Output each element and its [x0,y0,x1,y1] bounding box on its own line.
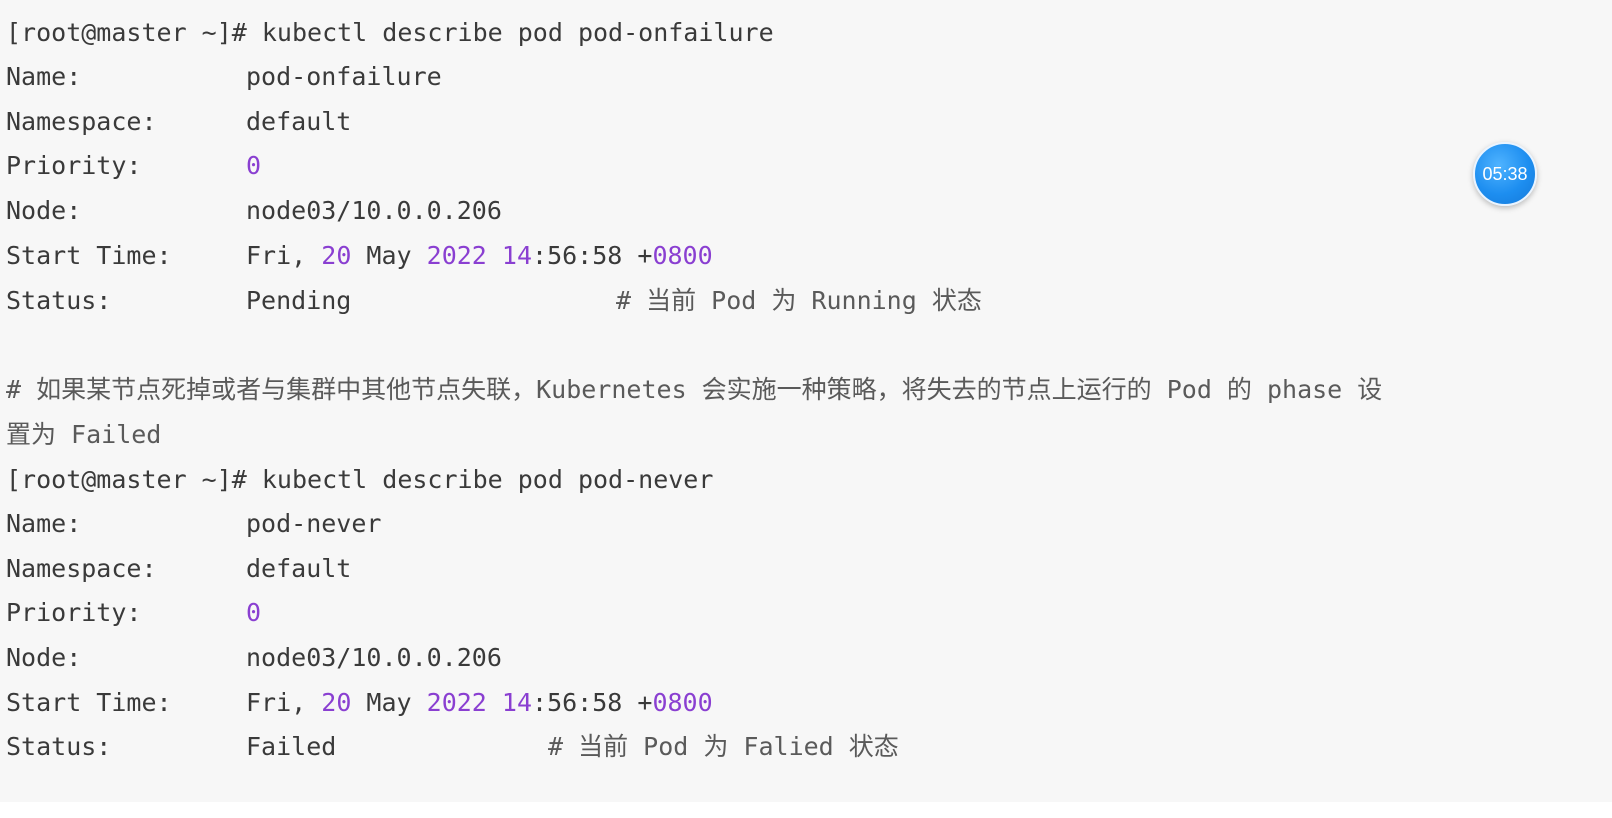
field-key: Status: [6,286,112,315]
start-day: Fri, [246,241,322,270]
field-name-2: Name: pod-never [6,504,381,544]
field-value: Fri, 20 May 2022 14:56:58 +0800 [246,236,713,276]
timer-text: 05:38 [1482,164,1528,184]
field-node-2: Node: node03/10.0.0.206 [6,638,502,678]
start-date: 20 [321,688,352,717]
field-value: 0 [246,151,262,180]
field-value: node03/10.0.0.206 [246,196,502,225]
field-value: 0 [246,598,262,627]
field-namespace-2: Namespace: default [6,549,351,589]
field-start-time-1: Start Time: Fri, 20 May 2022 14:56:58 +0… [6,236,713,276]
start-date: 20 [321,241,352,270]
field-value: default [246,554,352,583]
field-value: Fri, 20 May 2022 14:56:58 +0800 [246,683,713,723]
start-space [487,241,502,270]
field-key: Namespace: [6,107,157,136]
note-comment-line-1: # 如果某节点死掉或者与集群中其他节点失联，Kubernetes 会实施一种策略… [6,375,1383,404]
bottom-strip [0,802,1612,818]
field-key: Name: [6,509,82,538]
command-line-1: [root@master ~]# kubectl describe pod po… [6,18,774,47]
field-status-2: Status: Failed # 当前 Pod 为 Falied 状态 [6,727,899,767]
start-hour: 14 [501,241,533,270]
field-name-1: Name: pod-onfailure [6,57,442,97]
field-value: pod-onfailure [246,62,442,91]
status-comment: # 当前 Pod 为 Running 状态 [616,286,982,315]
field-value: node03/10.0.0.206 [246,643,502,672]
field-key: Name: [6,62,82,91]
field-start-time-2: Start Time: Fri, 20 May 2022 14:56:58 +0… [6,683,713,723]
start-minsec: :56:58 + [532,688,653,717]
command-line-2: [root@master ~]# kubectl describe pod po… [6,465,714,494]
start-tz: 0800 [652,241,713,270]
start-month: May [351,688,427,717]
field-priority-1: Priority: 0 [6,146,261,186]
start-hour: 14 [501,688,533,717]
field-value: Pending [246,286,352,315]
field-status-1: Status: Pending # 当前 Pod 为 Running 状态 [6,281,982,321]
field-value: pod-never [246,509,382,538]
field-namespace-1: Namespace: default [6,102,351,142]
field-value: default [246,107,352,136]
field-key: Status: [6,732,112,761]
start-day: Fri, [246,688,322,717]
status-comment: # 当前 Pod 为 Falied 状态 [548,732,899,761]
field-node-1: Node: node03/10.0.0.206 [6,191,502,231]
start-minsec: :56:58 + [532,241,653,270]
field-key: Start Time: [6,688,172,717]
field-key: Priority: [6,151,142,180]
terminal-output[interactable]: [root@master ~]# kubectl describe pod po… [0,0,1612,802]
field-priority-2: Priority: 0 [6,593,261,633]
start-space [487,688,502,717]
field-key: Namespace: [6,554,157,583]
start-month: May [351,241,427,270]
video-timer-badge[interactable]: 05:38 [1473,142,1537,206]
start-tz: 0800 [652,688,713,717]
field-key: Priority: [6,598,142,627]
field-key: Start Time: [6,241,172,270]
start-year: 2022 [426,241,487,270]
field-value: Failed [246,732,337,761]
field-key: Node: [6,196,82,225]
field-key: Node: [6,643,82,672]
note-comment-line-2: 置为 Failed [6,420,162,449]
start-year: 2022 [426,688,487,717]
